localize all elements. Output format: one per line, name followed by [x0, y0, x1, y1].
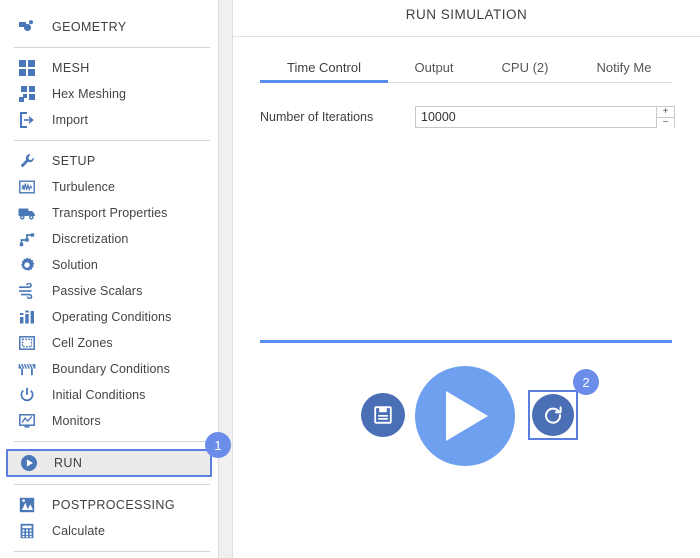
wind-icon	[16, 280, 38, 302]
import-icon	[16, 109, 38, 131]
truck-icon	[16, 202, 38, 224]
reset-button-focus-ring	[528, 390, 578, 440]
sidebar-item-solution[interactable]: Solution	[0, 252, 218, 278]
step-badge-1: 1	[205, 432, 231, 458]
sidebar-item-label: RUN	[54, 456, 83, 470]
play-triangle-icon	[438, 388, 492, 444]
sidebar-item-run[interactable]: RUN	[6, 449, 212, 477]
sidebar-divider	[14, 140, 210, 141]
active-tab-indicator	[260, 80, 388, 83]
sidebar-divider	[14, 441, 210, 442]
sidebar-item-label: Hex Meshing	[52, 87, 127, 101]
stepper-decrement-button[interactable]: −	[657, 118, 674, 128]
gear-icon	[16, 254, 38, 276]
barrier-icon	[16, 358, 38, 380]
sidebar-item-label: Calculate	[52, 524, 106, 538]
sidebar-item-label: Cell Zones	[52, 336, 113, 350]
sidebar-item-hex-meshing[interactable]: Hex Meshing	[0, 81, 218, 107]
main-panel: RUN SIMULATION Time Control Output CPU (…	[233, 0, 700, 558]
hex-meshing-icon	[16, 83, 38, 105]
section-divider-accent	[260, 340, 672, 343]
sidebar-item-label: Solution	[52, 258, 98, 272]
discretization-icon	[16, 228, 38, 250]
stepper-buttons: + −	[656, 107, 674, 128]
cell-zones-icon	[16, 332, 38, 354]
monitor-chart-icon	[16, 410, 38, 432]
sidebar-divider	[14, 47, 210, 48]
sidebar-item-discretization[interactable]: Discretization	[0, 226, 218, 252]
sidebar-item-postprocessing[interactable]: POSTPROCESSING	[0, 492, 218, 518]
sidebar-item-monitors[interactable]: Monitors	[0, 408, 218, 434]
sidebar-item-boundary-conditions[interactable]: Boundary Conditions	[0, 356, 218, 382]
sidebar-item-mesh[interactable]: MESH	[0, 55, 218, 81]
sidebar-item-operating-conditions[interactable]: Operating Conditions	[0, 304, 218, 330]
tab-notify-me[interactable]: Notify Me	[570, 60, 678, 83]
sidebar-item-label: SETUP	[52, 154, 96, 168]
sidebar-item-label: MESH	[52, 61, 90, 75]
postprocessing-icon	[16, 494, 38, 516]
bar-chart-icon	[16, 306, 38, 328]
iterations-row: Number of Iterations + −	[233, 106, 700, 128]
save-button[interactable]	[361, 393, 405, 437]
panel-splitter[interactable]	[218, 0, 233, 558]
play-circle-icon	[18, 452, 40, 474]
sidebar-item-label: GEOMETRY	[52, 20, 127, 34]
sidebar-item-label: Discretization	[52, 232, 129, 246]
sidebar-item-label: Transport Properties	[52, 206, 168, 220]
sidebar-item-label: Turbulence	[52, 180, 116, 194]
sidebar-item-label: POSTPROCESSING	[52, 498, 175, 512]
sidebar-item-label: Monitors	[52, 414, 101, 428]
sidebar-item-cell-zones[interactable]: Cell Zones	[0, 330, 218, 356]
sidebar-item-import[interactable]: Import	[0, 107, 218, 133]
sidebar-item-label: Import	[52, 113, 89, 127]
page-title: RUN SIMULATION	[405, 7, 528, 22]
run-button[interactable]	[415, 366, 515, 466]
tab-cpu[interactable]: CPU (2)	[480, 60, 570, 83]
sidebar-item-turbulence[interactable]: Turbulence	[0, 174, 218, 200]
sidebar-divider	[14, 551, 210, 552]
iterations-label: Number of Iterations	[260, 110, 374, 124]
iterations-input[interactable]	[416, 107, 656, 127]
sidebar-item-label: Operating Conditions	[52, 310, 172, 324]
sidebar-item-calculate[interactable]: Calculate	[0, 518, 218, 544]
step-badge-2: 2	[573, 369, 599, 395]
application-window: GEOMETRY MESH Hex Meshing Import SETUP T…	[0, 0, 700, 558]
turbulence-waveform-icon	[16, 176, 38, 198]
mesh-grid-icon	[16, 57, 38, 79]
sidebar-item-transport-properties[interactable]: Transport Properties	[0, 200, 218, 226]
sidebar: GEOMETRY MESH Hex Meshing Import SETUP T…	[0, 0, 218, 558]
action-bar	[233, 366, 700, 478]
power-icon	[16, 384, 38, 406]
sidebar-item-setup[interactable]: SETUP	[0, 148, 218, 174]
iterations-stepper[interactable]: + −	[415, 106, 675, 128]
floppy-disk-icon	[373, 405, 393, 425]
title-divider	[233, 36, 700, 37]
sidebar-item-label: Passive Scalars	[52, 284, 143, 298]
sidebar-item-label: Boundary Conditions	[52, 362, 170, 376]
sidebar-item-passive-scalars[interactable]: Passive Scalars	[0, 278, 218, 304]
calculator-icon	[16, 520, 38, 542]
sidebar-divider	[14, 484, 210, 485]
tab-output[interactable]: Output	[388, 60, 480, 83]
geometry-icon	[16, 16, 38, 38]
wrench-icon	[16, 150, 38, 172]
sidebar-item-initial-conditions[interactable]: Initial Conditions	[0, 382, 218, 408]
tab-bar: Time Control Output CPU (2) Notify Me	[233, 53, 700, 83]
sidebar-item-geometry[interactable]: GEOMETRY	[0, 14, 218, 40]
sidebar-item-label: Initial Conditions	[52, 388, 146, 402]
